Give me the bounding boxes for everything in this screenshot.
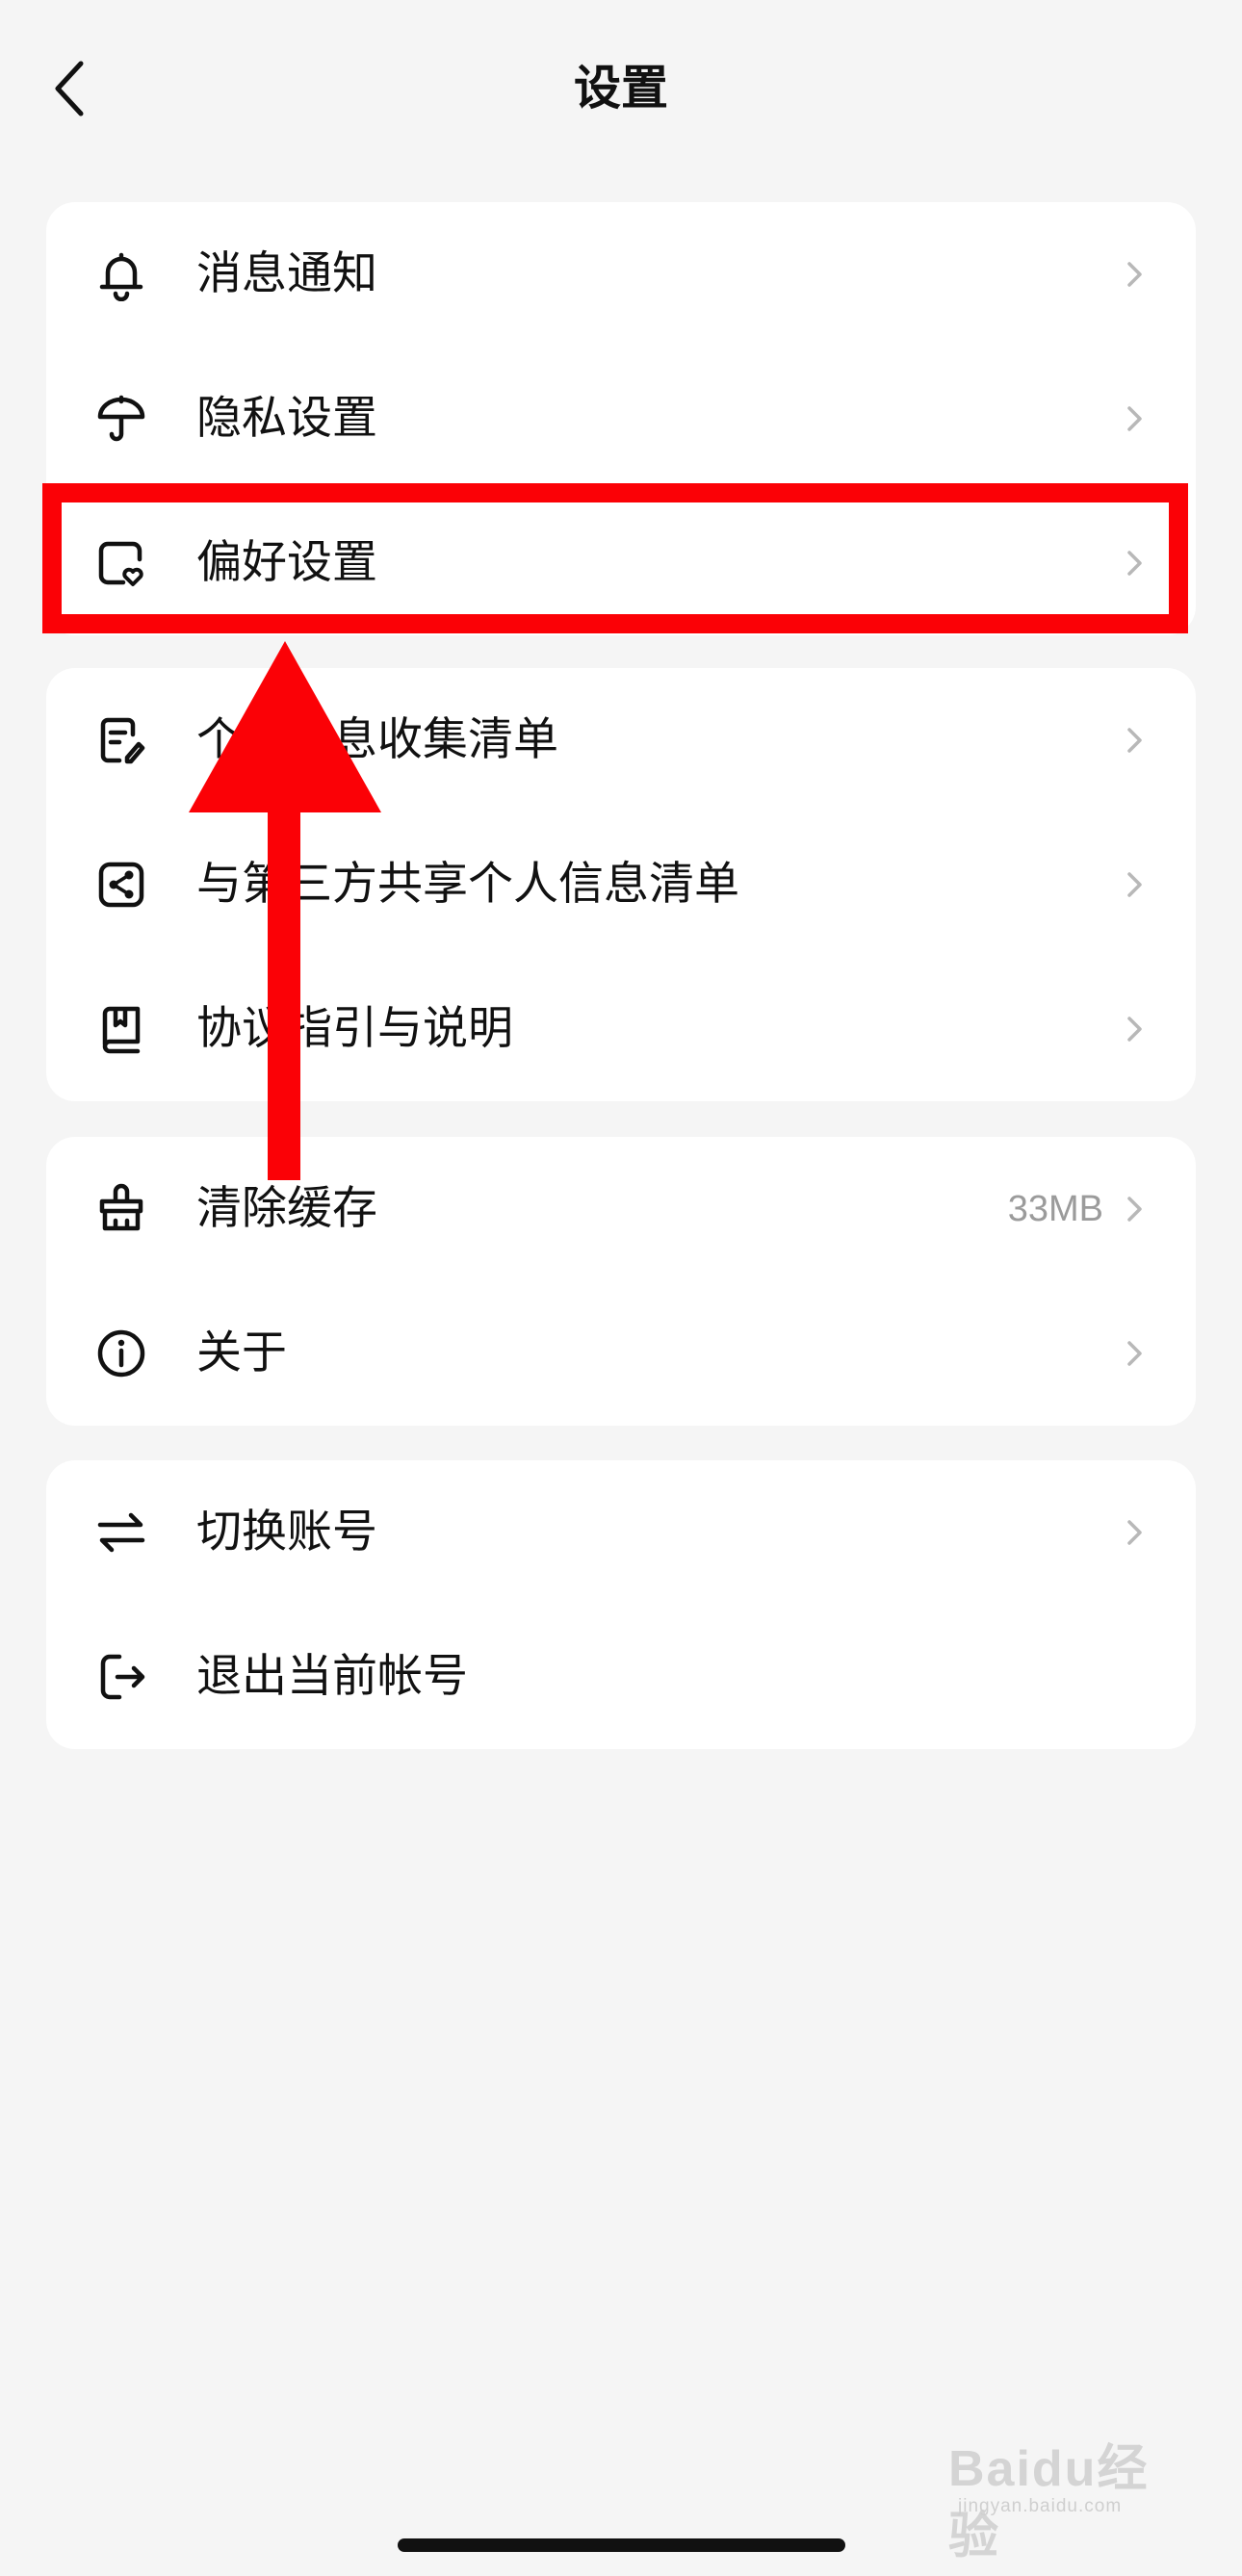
- settings-item-label: 退出当前帐号: [196, 1650, 468, 1703]
- settings-group-general: 消息通知 隐私设置 偏好设置: [46, 202, 1196, 635]
- chevron-right-icon: [1127, 872, 1142, 897]
- chevron-right-icon: [1127, 551, 1142, 576]
- settings-item-label: 切换账号: [196, 1506, 377, 1558]
- broom-icon: [94, 1182, 148, 1236]
- chevron-right-icon: [1127, 1341, 1142, 1366]
- page-title: 设置: [573, 61, 668, 116]
- share-icon: [94, 858, 148, 912]
- settings-item-preferences[interactable]: 偏好设置: [46, 491, 1196, 635]
- settings-item-privacy[interactable]: 隐私设置: [46, 347, 1196, 491]
- chevron-right-icon: [1127, 1197, 1142, 1222]
- settings-item-label: 协议指引与说明: [196, 1002, 513, 1055]
- settings-item-about[interactable]: 关于: [46, 1281, 1196, 1426]
- settings-item-label: 关于: [196, 1327, 287, 1379]
- settings-group-account: 切换账号 退出当前帐号: [46, 1460, 1196, 1749]
- settings-group-storage: 清除缓存 33MB 关于: [46, 1137, 1196, 1426]
- settings-item-notifications[interactable]: 消息通知: [46, 202, 1196, 347]
- navigation-bar: 设置: [0, 0, 1242, 173]
- settings-item-label: 偏好设置: [196, 536, 377, 589]
- book-icon: [94, 1002, 148, 1056]
- logout-icon: [94, 1650, 148, 1704]
- settings-item-switch-account[interactable]: 切换账号: [46, 1460, 1196, 1605]
- chevron-right-icon: [1127, 1520, 1142, 1545]
- chevron-right-icon: [1127, 1017, 1142, 1042]
- settings-item-personal-info-list[interactable]: 个人信息收集清单: [46, 668, 1196, 812]
- settings-item-third-party-sharing[interactable]: 与第三方共享个人信息清单: [46, 812, 1196, 957]
- home-indicator[interactable]: [398, 2538, 845, 2552]
- settings-item-agreements[interactable]: 协议指引与说明: [46, 957, 1196, 1101]
- bell-icon: [94, 247, 148, 301]
- list-edit-icon: [94, 713, 148, 767]
- chevron-right-icon: [1127, 262, 1142, 287]
- chevron-right-icon: [1127, 728, 1142, 753]
- settings-item-clear-cache[interactable]: 清除缓存 33MB: [46, 1137, 1196, 1281]
- settings-item-label: 个人信息收集清单: [196, 713, 558, 766]
- umbrella-icon: [94, 392, 148, 446]
- baidu-watermark: Baidu经验 jingyan.baidu.com: [948, 2435, 1189, 2564]
- switch-arrows-icon: [94, 1506, 148, 1559]
- settings-group-privacy-info: 个人信息收集清单 与第三方共享个人信息清单 协议指引与说明: [46, 668, 1196, 1101]
- info-icon: [94, 1327, 148, 1380]
- settings-item-logout[interactable]: 退出当前帐号: [46, 1605, 1196, 1749]
- chevron-right-icon: [1127, 406, 1142, 431]
- preference-heart-icon: [94, 536, 148, 590]
- cache-size-value: 33MB: [1007, 1189, 1103, 1229]
- settings-item-label: 隐私设置: [196, 392, 377, 445]
- settings-item-label: 消息通知: [196, 247, 377, 300]
- settings-item-label: 与第三方共享个人信息清单: [196, 858, 739, 911]
- watermark-subtext: jingyan.baidu.com: [958, 2496, 1123, 2516]
- settings-item-label: 清除缓存: [196, 1182, 377, 1235]
